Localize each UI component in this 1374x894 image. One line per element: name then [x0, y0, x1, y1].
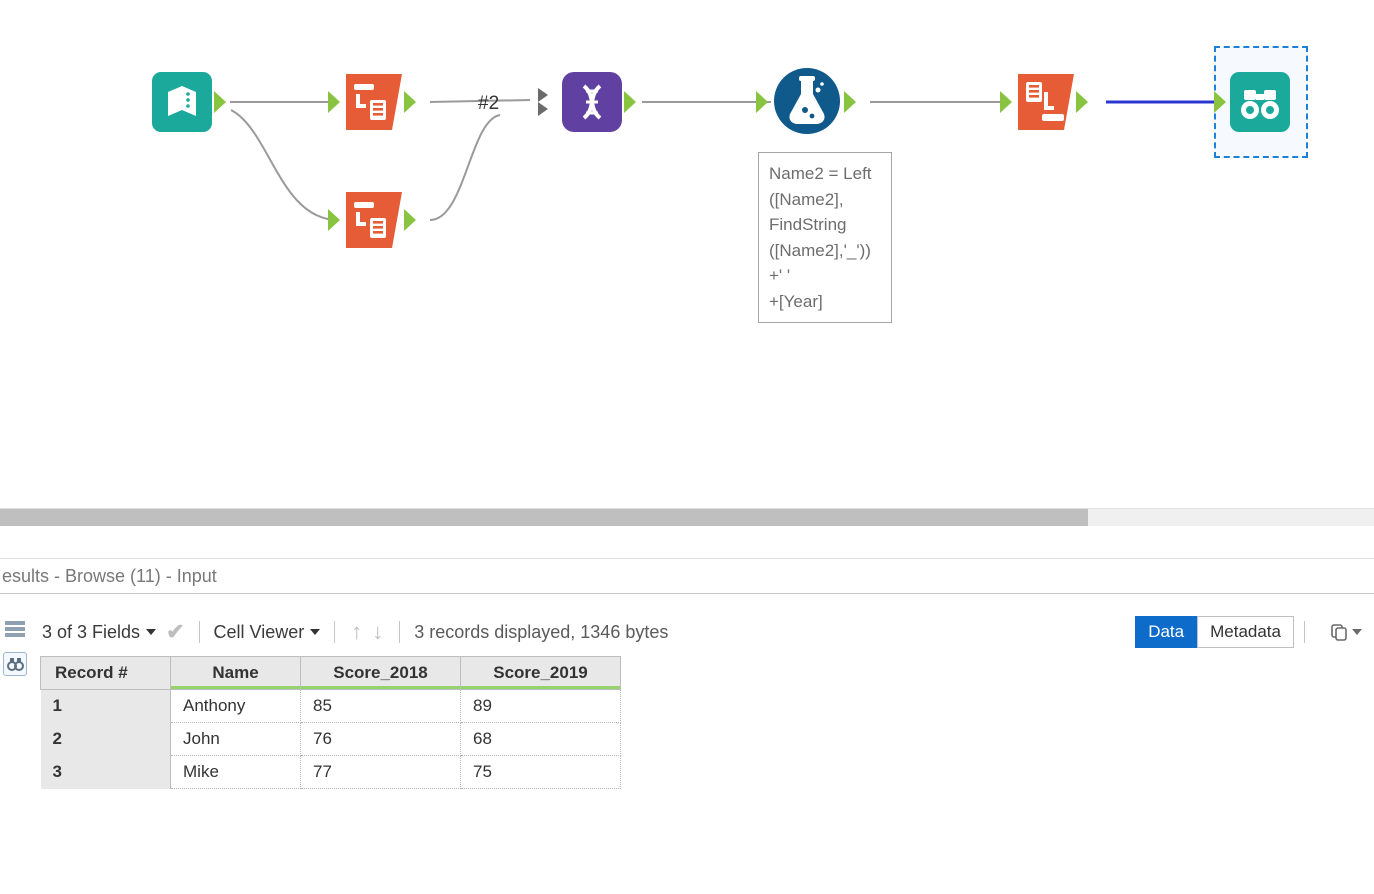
browse-mode-icon[interactable]: [3, 652, 27, 676]
col-record[interactable]: Record #: [41, 657, 171, 690]
cell-score-2019[interactable]: 89: [461, 690, 621, 723]
separator: [334, 621, 335, 643]
cell-rownum: 3: [41, 756, 171, 789]
cell-name[interactable]: Mike: [171, 756, 301, 789]
cell-name[interactable]: Anthony: [171, 690, 301, 723]
table-row[interactable]: 1 Anthony 85 89: [41, 690, 621, 723]
input-anchor[interactable]: [756, 91, 768, 113]
cell-viewer-dropdown[interactable]: Cell Viewer: [214, 622, 321, 643]
table-body: 1 Anthony 85 89 2 John 76 68 3 Mike 77 7…: [41, 690, 621, 789]
output-anchor[interactable]: [404, 91, 416, 113]
col-score-2018[interactable]: Score_2018: [301, 657, 461, 690]
caret-down-icon: [1352, 629, 1362, 635]
browse-tool-node[interactable]: [1230, 72, 1290, 132]
table-header-row: Record # Name Score_2018 Score_2019: [41, 657, 621, 690]
fields-dropdown[interactable]: 3 of 3 Fields: [42, 622, 156, 643]
table-row[interactable]: 2 John 76 68: [41, 723, 621, 756]
input-anchor[interactable]: [1000, 91, 1012, 113]
annotation-text: Name2 = Left ([Name2], FindString ([Name…: [769, 161, 881, 314]
cell-rownum: 1: [41, 690, 171, 723]
join-input-label: #2: [478, 93, 499, 115]
separator: [199, 621, 200, 643]
results-table[interactable]: Record # Name Score_2018 Score_2019 1 An…: [40, 656, 621, 789]
check-icon[interactable]: ✔: [166, 619, 184, 645]
binoculars-icon: [1230, 72, 1290, 132]
tab-data[interactable]: Data: [1135, 616, 1197, 648]
arrow-down-icon[interactable]: ↓: [370, 619, 385, 645]
text-input-tool-node[interactable]: [152, 72, 212, 132]
results-panel-title: esults - Browse (11) - Input: [2, 566, 217, 587]
formula-flask-icon: [772, 66, 842, 136]
input-anchor[interactable]: [1214, 91, 1226, 113]
cell-score-2018[interactable]: 76: [301, 723, 461, 756]
transpose-icon: [344, 190, 404, 250]
output-anchor[interactable]: [404, 209, 416, 231]
cell-rownum: 2: [41, 723, 171, 756]
transpose-icon: [344, 72, 404, 132]
input-anchor[interactable]: [328, 91, 340, 113]
records-status: 3 records displayed, 1346 bytes: [414, 622, 668, 643]
tab-metadata[interactable]: Metadata: [1197, 616, 1294, 648]
results-toolbar: 3 of 3 Fields ✔ Cell Viewer ↑ ↓ 3 record…: [0, 614, 1374, 650]
output-anchor[interactable]: [624, 91, 636, 113]
results-table-wrap: Record # Name Score_2018 Score_2019 1 An…: [40, 656, 621, 789]
input-anchor[interactable]: [328, 209, 340, 231]
workflow-canvas[interactable]: #2 Name2 = Left ([Name2: [0, 0, 1374, 508]
output-anchor[interactable]: [844, 91, 856, 113]
crosstab-icon: [1016, 72, 1076, 132]
dna-icon: [562, 72, 622, 132]
cell-score-2018[interactable]: 77: [301, 756, 461, 789]
transpose-tool-node-2[interactable]: [344, 190, 404, 253]
copy-icon[interactable]: [1329, 622, 1362, 642]
cell-viewer-label: Cell Viewer: [214, 622, 305, 643]
table-row[interactable]: 3 Mike 77 75: [41, 756, 621, 789]
output-anchor[interactable]: [1076, 91, 1088, 113]
text-input-icon: [152, 72, 212, 132]
cell-score-2019[interactable]: 68: [461, 723, 621, 756]
crosstab-tool-node[interactable]: [1016, 72, 1076, 135]
cell-name[interactable]: John: [171, 723, 301, 756]
formula-annotation: Name2 = Left ([Name2], FindString ([Name…: [758, 152, 892, 323]
cell-score-2019[interactable]: 75: [461, 756, 621, 789]
separator: [1304, 621, 1305, 643]
canvas-hscroll-thumb[interactable]: [0, 509, 1088, 526]
caret-down-icon: [310, 629, 320, 635]
formula-tool-node[interactable]: [772, 66, 842, 139]
arrow-up-icon[interactable]: ↑: [349, 619, 364, 645]
join-tool-node[interactable]: [562, 72, 622, 132]
separator: [399, 621, 400, 643]
fields-label: 3 of 3 Fields: [42, 622, 140, 643]
canvas-hscroll-track[interactable]: [0, 508, 1374, 526]
col-name[interactable]: Name: [171, 657, 301, 690]
output-anchor[interactable]: [214, 91, 226, 113]
cell-score-2018[interactable]: 85: [301, 690, 461, 723]
col-score-2019[interactable]: Score_2019: [461, 657, 621, 690]
results-panel-header: esults - Browse (11) - Input: [0, 558, 1374, 594]
multi-input-anchor[interactable]: [538, 88, 554, 116]
transpose-tool-node-1[interactable]: [344, 72, 404, 135]
caret-down-icon: [146, 629, 156, 635]
